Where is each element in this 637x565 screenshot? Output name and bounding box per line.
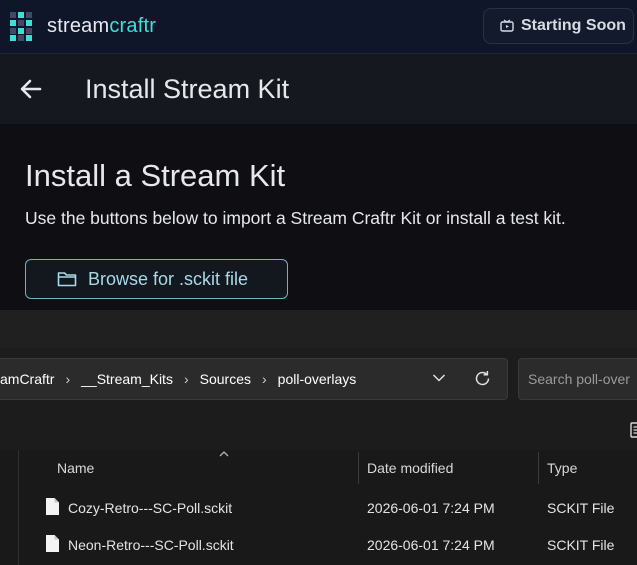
column-header-type[interactable]: Type <box>547 450 577 486</box>
file-dialog-address-bar: amCraftr › __Stream_Kits › Sources › pol… <box>0 348 637 410</box>
chevron-right-icon[interactable]: › <box>184 371 189 387</box>
file-date-modified: 2026-06-01 7:24 PM <box>367 537 495 553</box>
file-type: SCKIT File <box>547 537 615 553</box>
scene-status-label: Starting Soon <box>521 17 626 34</box>
page-title: Install Stream Kit <box>85 74 290 104</box>
section-description: Use the buttons below to import a Stream… <box>25 208 566 228</box>
column-divider[interactable] <box>358 452 359 484</box>
section-heading: Install a Stream Kit <box>25 158 286 193</box>
browse-sckit-label: Browse for .sckit file <box>88 268 249 289</box>
file-row[interactable]: Cozy-Retro---SC-Poll.sckit 2026-06-01 7:… <box>19 490 637 526</box>
folder-icon <box>57 272 77 287</box>
refresh-icon[interactable] <box>474 370 491 387</box>
breadcrumb-item[interactable]: poll-overlays <box>278 371 357 387</box>
scene-status-button[interactable]: Starting Soon <box>483 8 634 44</box>
tv-icon <box>500 19 514 32</box>
breadcrumb-item[interactable]: Sources <box>200 371 251 387</box>
file-list: Name Date modified Type Cozy-Retro---SC-… <box>0 450 637 565</box>
file-dialog-titlebar <box>0 310 637 348</box>
file-date-modified: 2026-06-01 7:24 PM <box>367 500 495 516</box>
install-kit-panel: Install a Stream Kit Use the buttons bel… <box>0 124 637 310</box>
chevron-down-icon[interactable] <box>432 373 446 383</box>
file-type: SCKIT File <box>547 500 615 516</box>
brand-logotype: streamcraftr <box>47 13 156 39</box>
chevron-right-icon[interactable]: › <box>262 371 267 387</box>
address-field[interactable]: amCraftr › __Stream_Kits › Sources › pol… <box>0 358 508 400</box>
details-view-icon[interactable] <box>630 422 637 438</box>
back-arrow-icon[interactable] <box>18 76 44 102</box>
logo-icon <box>10 12 32 41</box>
breadcrumb-item[interactable]: __Stream_Kits <box>81 371 173 387</box>
column-divider[interactable] <box>538 452 539 484</box>
column-header-date-modified[interactable]: Date modified <box>367 450 453 486</box>
column-header-name[interactable]: Name <box>57 450 94 486</box>
chevron-right-icon[interactable]: › <box>65 371 70 387</box>
breadcrumb: amCraftr › __Stream_Kits › Sources › pol… <box>0 359 356 399</box>
brand-word-stream: stream <box>47 15 110 37</box>
page-header: Install Stream Kit <box>0 54 637 124</box>
file-icon <box>46 535 59 552</box>
search-input[interactable] <box>518 358 637 400</box>
column-header-row: Name Date modified Type <box>19 450 637 486</box>
file-dialog-command-bar <box>0 410 637 450</box>
brand-word-craftr: craftr <box>109 15 157 37</box>
breadcrumb-item[interactable]: amCraftr <box>0 371 54 387</box>
file-name: Neon-Retro---SC-Poll.sckit <box>68 537 234 553</box>
browse-sckit-button[interactable]: Browse for .sckit file <box>25 259 288 299</box>
file-row[interactable]: Neon-Retro---SC-Poll.sckit 2026-06-01 7:… <box>19 527 637 563</box>
file-icon <box>46 498 59 515</box>
file-name: Cozy-Retro---SC-Poll.sckit <box>68 500 233 516</box>
sort-ascending-icon <box>219 451 229 457</box>
app-top-bar: streamcraftr Starting Soon <box>0 0 637 54</box>
